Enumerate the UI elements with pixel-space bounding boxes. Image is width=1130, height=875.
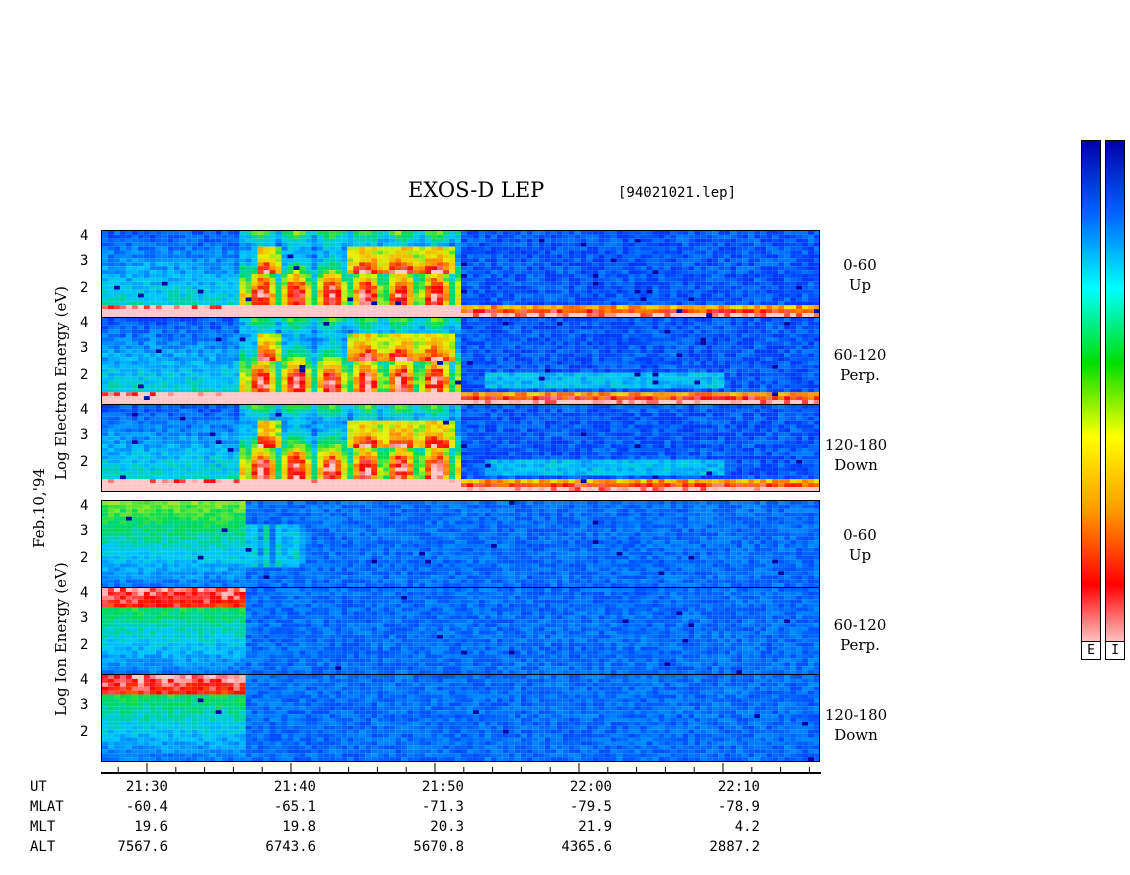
footer-value: 2887.2 <box>709 839 760 855</box>
y-tick-label: 2 <box>80 724 89 740</box>
footer-label: MLAT <box>30 799 64 815</box>
electron-up-spectrogram <box>101 230 820 318</box>
ion-colorbar <box>1105 140 1125 660</box>
electron-up-label: 0-60 Up <box>843 256 877 294</box>
ion-up-spectrogram <box>101 500 820 588</box>
footer-label: ALT <box>30 839 56 855</box>
footer-value: 20.3 <box>430 819 464 835</box>
page-title: EXOS-D LEP <box>408 178 545 202</box>
footer-value: 19.6 <box>134 819 168 835</box>
ion-perp-label: 60-120 Perp. <box>833 616 887 654</box>
y-tick-label: 2 <box>80 550 89 566</box>
footer-value: 21.9 <box>578 819 612 835</box>
footer-value: 6743.6 <box>265 839 316 855</box>
y-tick-label: 4 <box>80 402 89 418</box>
electron-colorbar <box>1081 140 1101 660</box>
date-label: Feb.10,'94 <box>30 468 48 548</box>
footer-value: -71.3 <box>421 799 464 815</box>
y-tick-label: 3 <box>80 427 89 443</box>
footer-label: UT <box>30 779 47 795</box>
y-tick-label: 4 <box>80 228 89 244</box>
y-tick-label: 2 <box>80 454 89 470</box>
footer-value: -79.5 <box>569 799 612 815</box>
file-name: [94021021.lep] <box>618 185 737 201</box>
ion-down-label: 120-180 Down <box>824 706 888 744</box>
footer-value: 21:50 <box>421 779 464 795</box>
ion-up-label: 0-60 Up <box>843 526 877 564</box>
footer-value: 5670.8 <box>413 839 464 855</box>
ion-down-spectrogram <box>101 674 820 762</box>
electron-down-label: 120-180 Down <box>824 436 888 474</box>
footer-value: 21:40 <box>273 779 316 795</box>
y-tick-label: 2 <box>80 367 89 383</box>
footer-value: -65.1 <box>273 799 316 815</box>
ion-axis-label: Log Ion Energy (eV) <box>52 562 70 716</box>
footer-value: -60.4 <box>125 799 168 815</box>
y-tick-label: 4 <box>80 585 89 601</box>
footer-value: 4.2 <box>734 819 760 835</box>
electron-perp-label: 60-120 Perp. <box>833 346 887 384</box>
electron-perp-spectrogram <box>101 317 820 405</box>
footer-value: -78.9 <box>717 799 760 815</box>
y-tick-label: 4 <box>80 498 89 514</box>
footer-label: MLT <box>30 819 56 835</box>
y-tick-label: 3 <box>80 523 89 539</box>
y-tick-label: 2 <box>80 637 89 653</box>
y-tick-label: 4 <box>80 672 89 688</box>
y-tick-label: 3 <box>80 253 89 269</box>
footer-value: 19.8 <box>282 819 316 835</box>
electron-colorbar-label: E <box>1081 641 1101 660</box>
ion-perp-spectrogram <box>101 587 820 675</box>
footer-value: 4365.6 <box>561 839 612 855</box>
electron-down-spectrogram <box>101 404 820 492</box>
footer-value: 7567.6 <box>117 839 168 855</box>
y-tick-label: 3 <box>80 340 89 356</box>
footer-value: 22:10 <box>717 779 760 795</box>
ion-colorbar-label: I <box>1105 641 1125 660</box>
y-tick-label: 2 <box>80 280 89 296</box>
electron-axis-label: Log Electron Energy (eV) <box>52 285 70 480</box>
footer-value: 21:30 <box>125 779 168 795</box>
y-tick-label: 3 <box>80 697 89 713</box>
footer-value: 22:00 <box>569 779 612 795</box>
y-tick-label: 4 <box>80 315 89 331</box>
y-tick-label: 3 <box>80 610 89 626</box>
